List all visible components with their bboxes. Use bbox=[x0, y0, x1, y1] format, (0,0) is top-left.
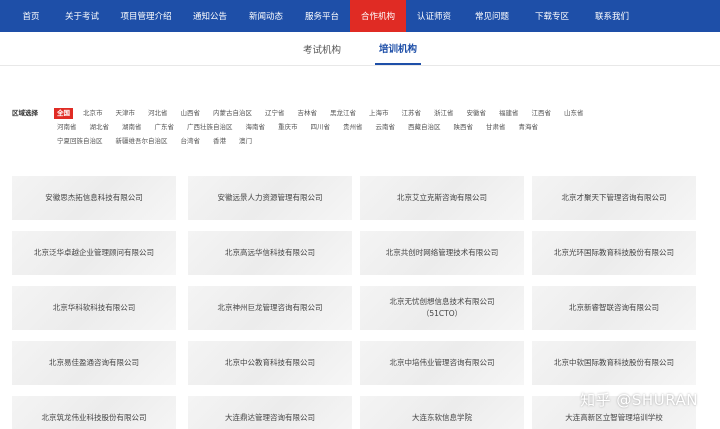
institution-name: 北京易佳盈通咨询有限公司 bbox=[49, 358, 139, 367]
region-chip[interactable]: 上海市 bbox=[366, 108, 392, 119]
institution-card[interactable]: 北京华科软科技有限公司 bbox=[12, 286, 176, 330]
region-chip[interactable]: 山东省 bbox=[561, 108, 587, 119]
nav-item-10[interactable]: 下载专区 bbox=[522, 0, 582, 32]
region-filter: 区域选择 全国 北京市 天津市 河北省 山西省 内蒙古自治区 辽宁省 吉林省 黑龙江省 上海市 江苏省… bbox=[12, 106, 712, 148]
nav-item-3[interactable]: 项目管理介绍 bbox=[110, 0, 182, 32]
nav-item-5[interactable]: 新闻动态 bbox=[238, 0, 294, 32]
top-nav: 首页 关于考试 项目管理介绍 通知公告 新闻动态 服务平台 合作机构 认证师资 常见问题 下载专区… bbox=[0, 0, 720, 32]
nav-item-1[interactable]: 首页 bbox=[8, 0, 54, 32]
region-chip[interactable]: 贵州省 bbox=[340, 122, 366, 133]
institution-card[interactable]: 安徽远景人力资源管理有限公司 bbox=[188, 176, 352, 220]
region-chip[interactable]: 海南省 bbox=[243, 122, 269, 133]
region-chip[interactable]: 浙江省 bbox=[431, 108, 457, 119]
institution-name: 大连东软信息学院 bbox=[412, 413, 472, 422]
nav-item-7[interactable]: 合作机构 bbox=[350, 0, 406, 32]
institution-name: （51CTO） bbox=[421, 309, 463, 318]
region-chip[interactable]: 河南省 bbox=[54, 122, 80, 133]
region-row: 河南省 湖北省 湖南省 广东省 广西壮族自治区 海南省 重庆市 四川省 贵州省 云南省 西藏自治区陕… bbox=[12, 120, 712, 134]
region-chip[interactable]: 澳门 bbox=[236, 136, 255, 147]
institution-card[interactable]: 安徽思杰拓信息科技有限公司 bbox=[12, 176, 176, 220]
region-chip[interactable]: 四川省 bbox=[308, 122, 334, 133]
institution-card[interactable]: 北京光环国际教育科技股份有限公司 bbox=[532, 231, 696, 275]
region-chip[interactable]: 台湾省 bbox=[178, 136, 204, 147]
region-chip[interactable]: 山西省 bbox=[178, 108, 204, 119]
institution-card[interactable]: 北京艾立克斯咨询有限公司 bbox=[360, 176, 524, 220]
institution-name: 大连高新区立智管理培训学校 bbox=[565, 413, 663, 422]
nav-item-11[interactable]: 联系我们 bbox=[582, 0, 642, 32]
region-chip[interactable]: 湖北省 bbox=[87, 122, 113, 133]
region-row: 宁夏回族自治区 新疆维吾尔自治区 台湾省 香港 澳门 bbox=[12, 134, 712, 148]
institution-name: 安徽远景人力资源管理有限公司 bbox=[217, 193, 323, 202]
nav-item-8[interactable]: 认证师资 bbox=[406, 0, 462, 32]
institution-name: 大连鼎达管理咨询有限公司 bbox=[225, 413, 315, 422]
region-chip[interactable]: 青海省 bbox=[516, 122, 542, 133]
institution-name: 北京神州巨龙管理咨询有限公司 bbox=[217, 303, 323, 312]
region-chip[interactable]: 江苏省 bbox=[399, 108, 425, 119]
region-chip[interactable]: 吉林省 bbox=[295, 108, 321, 119]
sub-tabs: 考试机构 培训机构 bbox=[0, 32, 720, 66]
region-chip[interactable]: 福建省 bbox=[496, 108, 522, 119]
region-chip[interactable]: 云南省 bbox=[373, 122, 399, 133]
institution-card[interactable]: 北京才聚天下管理咨询有限公司 bbox=[532, 176, 696, 220]
watermark: 知乎 @SHURAN bbox=[580, 391, 698, 409]
institution-card[interactable]: 北京中公教育科技有限公司 bbox=[188, 341, 352, 385]
institution-card[interactable]: 北京中软国际教育科技股份有限公司 bbox=[532, 341, 696, 385]
institution-name: 北京才聚天下管理咨询有限公司 bbox=[561, 193, 667, 202]
region-row: 区域选择 全国 北京市 天津市 河北省 山西省 内蒙古自治区 辽宁省 吉林省 黑龙江省 上海市 江苏省… bbox=[12, 106, 712, 120]
institution-name: 北京光环国际教育科技股份有限公司 bbox=[554, 248, 674, 257]
nav-item-6[interactable]: 服务平台 bbox=[294, 0, 350, 32]
institution-card[interactable]: 北京新睿智联咨询有限公司 bbox=[532, 286, 696, 330]
region-chip[interactable]: 广东省 bbox=[152, 122, 178, 133]
region-chip[interactable]: 西藏自治区 bbox=[405, 122, 444, 133]
institution-name: 北京中软国际教育科技股份有限公司 bbox=[554, 358, 674, 367]
institution-card[interactable]: 北京无忧创想信息技术有限公司 （51CTO） bbox=[360, 286, 524, 330]
region-chip[interactable]: 甘肃省 bbox=[483, 122, 509, 133]
institution-name: 北京中培伟业管理咨询有限公司 bbox=[389, 358, 495, 367]
institution-name: 北京无忧创想信息技术有限公司 bbox=[389, 297, 495, 306]
institution-card[interactable]: 北京易佳盈通咨询有限公司 bbox=[12, 341, 176, 385]
region-chip[interactable]: 河北省 bbox=[145, 108, 171, 119]
institution-name: 北京华科软科技有限公司 bbox=[52, 303, 136, 312]
region-label: 区域选择 bbox=[12, 109, 38, 117]
region-chip[interactable]: 天津市 bbox=[113, 108, 139, 119]
institution-name: 北京新睿智联咨询有限公司 bbox=[569, 303, 659, 312]
region-chip[interactable]: 辽宁省 bbox=[262, 108, 288, 119]
region-chip[interactable]: 重庆市 bbox=[275, 122, 301, 133]
region-chip[interactable]: 内蒙古自治区 bbox=[210, 108, 255, 119]
institution-card[interactable]: 北京高远华信科技有限公司 bbox=[188, 231, 352, 275]
region-chip[interactable]: 江西省 bbox=[529, 108, 555, 119]
institution-card[interactable]: 北京共创时网络管理技术有限公司 bbox=[360, 231, 524, 275]
region-chip[interactable]: 陕西省 bbox=[451, 122, 477, 133]
institution-card[interactable]: 大连东软信息学院 bbox=[360, 396, 524, 429]
institution-card[interactable]: 北京泛华卓越企业管理顾问有限公司 bbox=[12, 231, 176, 275]
region-chip[interactable]: 黑龙江省 bbox=[327, 108, 359, 119]
institution-card[interactable]: 北京神州巨龙管理咨询有限公司 bbox=[188, 286, 352, 330]
region-chip[interactable]: 广西壮族自治区 bbox=[184, 122, 236, 133]
nav-item-2[interactable]: 关于考试 bbox=[54, 0, 110, 32]
institution-name: 北京筑龙伟业科技股份有限公司 bbox=[41, 413, 147, 422]
region-chip[interactable]: 全国 bbox=[54, 107, 73, 119]
institution-name: 北京艾立克斯咨询有限公司 bbox=[397, 193, 487, 202]
tab-exam-institutions[interactable]: 考试机构 bbox=[299, 32, 345, 65]
nav-item-9[interactable]: 常见问题 bbox=[462, 0, 522, 32]
institution-name: 北京高远华信科技有限公司 bbox=[225, 248, 315, 257]
nav-item-4[interactable]: 通知公告 bbox=[182, 0, 238, 32]
institution-card[interactable]: 大连鼎达管理咨询有限公司 bbox=[188, 396, 352, 429]
region-chip[interactable]: 安徽省 bbox=[464, 108, 490, 119]
institution-card[interactable]: 北京中培伟业管理咨询有限公司 bbox=[360, 341, 524, 385]
institution-name: 北京共创时网络管理技术有限公司 bbox=[385, 248, 499, 257]
institution-name: 北京中公教育科技有限公司 bbox=[225, 358, 315, 367]
region-chip[interactable]: 宁夏回族自治区 bbox=[54, 136, 106, 147]
institution-card[interactable]: 北京筑龙伟业科技股份有限公司 bbox=[12, 396, 176, 429]
region-chip[interactable]: 北京市 bbox=[80, 108, 106, 119]
region-chip[interactable]: 湖南省 bbox=[119, 122, 145, 133]
institution-name: 安徽思杰拓信息科技有限公司 bbox=[45, 193, 143, 202]
institution-name: 北京泛华卓越企业管理顾问有限公司 bbox=[34, 248, 154, 257]
region-chip[interactable]: 香港 bbox=[210, 136, 229, 147]
tab-training-institutions[interactable]: 培训机构 bbox=[375, 32, 422, 65]
region-chip[interactable]: 新疆维吾尔自治区 bbox=[113, 136, 171, 147]
